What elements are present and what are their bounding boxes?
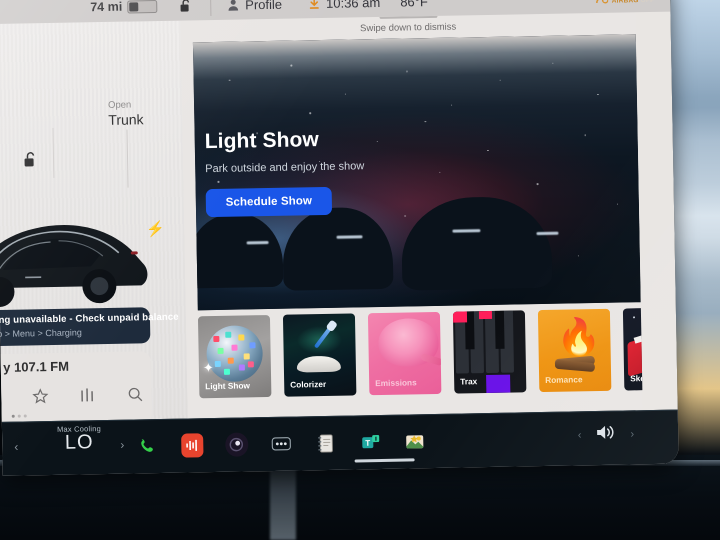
sketch-icon (627, 325, 643, 377)
trax-accent-pink (452, 311, 468, 323)
time-display[interactable]: 10:36 am (308, 0, 380, 11)
passenger-airbag-icon (595, 0, 608, 3)
door-lock-button[interactable] (23, 151, 38, 173)
hero-headlight-mid (336, 235, 363, 239)
tile-sketchpad[interactable]: Sketchpad (622, 307, 643, 391)
media-controls (0, 386, 144, 410)
phone-icon[interactable] (136, 434, 159, 458)
time-label: 10:36 am (325, 0, 381, 11)
toybox-icon[interactable]: T (359, 430, 382, 454)
app-tile-row: ✦ Light Show Colorizer Emissions Trax 🔥 … (197, 307, 643, 406)
dock-icon-row: T (136, 424, 427, 463)
climate-control[interactable]: Max Cooling LO (24, 424, 135, 456)
media-player-card[interactable]: FM y 107.1 FM io (0, 351, 152, 423)
tile-label: Romance (545, 374, 583, 385)
media-subtitle: io (0, 373, 141, 386)
trunk-label: Trunk (108, 111, 144, 128)
home-indicator[interactable] (354, 458, 415, 463)
trunk-leader-line (126, 129, 129, 188)
profile-button[interactable]: Profile (227, 0, 282, 12)
sketch-line (633, 322, 643, 344)
car-touchscreen: 74 mi Profile 10:36 am 86°F AIRBAG OFF O… (0, 0, 679, 476)
tile-label: Light Show (205, 380, 251, 392)
screenshot-root: 74 mi Profile 10:36 am 86°F AIRBAG OFF O… (0, 0, 720, 540)
svg-text:T: T (365, 438, 370, 447)
piano-black-key (494, 310, 505, 349)
airbag-word: AIRBAG (611, 0, 639, 5)
software-update-icon (309, 0, 319, 9)
camera-icon[interactable] (225, 432, 249, 457)
schedule-show-button[interactable]: Schedule Show (205, 186, 333, 218)
notification-title: rging unavailable - Check unpaid balance (0, 311, 179, 327)
more-dots-icon[interactable] (270, 432, 293, 456)
tile-light-show[interactable]: ✦ Light Show (197, 314, 272, 399)
person-icon (228, 0, 239, 11)
climate-temperature: LO (64, 431, 94, 454)
hero-text-block: Light Show Park outside and enjoy the sh… (204, 127, 366, 218)
notebook-icon[interactable] (314, 431, 337, 455)
scroll-left-arrow[interactable]: ‹ (578, 429, 582, 441)
temp-decrease-button[interactable]: ‹ (14, 440, 18, 454)
equalizer-icon[interactable] (80, 387, 96, 408)
car-image (0, 225, 148, 307)
sparkle-icon: ✦ (202, 360, 214, 376)
favorite-star-icon[interactable] (31, 388, 49, 409)
battery-icon (127, 0, 158, 14)
tile-label: Colorizer (290, 378, 327, 390)
lock-leader-line (52, 127, 55, 178)
tile-label: Trax (460, 376, 478, 387)
temp-increase-button[interactable]: › (120, 438, 124, 452)
media-station-name: FM y 107.1 FM (0, 358, 70, 376)
range-indicator[interactable]: 74 mi (90, 0, 158, 15)
photos-icon[interactable] (404, 429, 427, 453)
tile-trax[interactable]: Trax (452, 310, 527, 394)
trax-accent-purple (486, 374, 511, 394)
trax-accent-pink-2 (478, 310, 493, 320)
tile-emissions[interactable]: Emissions (367, 311, 442, 396)
colorizer-car-shape (296, 355, 341, 373)
status-divider (210, 0, 212, 17)
tile-label: Sketchpad (630, 372, 643, 384)
temperature-display[interactable]: 86°F (400, 0, 428, 9)
campfire-icon: 🔥 (556, 315, 602, 358)
disco-ball-icon (206, 325, 264, 383)
toybox-overlay: Swipe down to dismiss Light Show Park ou… (180, 12, 643, 419)
scroll-right-arrow[interactable]: › (630, 428, 634, 440)
hero-subtitle: Park outside and enjoy the show (205, 160, 365, 176)
search-icon[interactable] (127, 386, 143, 407)
hero-title: Light Show (204, 128, 320, 154)
featured-hero-card[interactable]: Light Show Park outside and enjoy the sh… (192, 34, 641, 311)
tile-colorizer[interactable]: Colorizer (282, 313, 357, 397)
media-page-dots (11, 414, 27, 418)
range-label: 74 mi (90, 0, 123, 15)
notification-path: App > Menu > Charging (0, 327, 82, 340)
charging-notification[interactable]: rging unavailable - Check unpaid balance… (0, 307, 179, 347)
unlock-icon (180, 0, 190, 12)
profile-label: Profile (245, 0, 283, 12)
tile-romance[interactable]: 🔥 Romance (537, 308, 612, 393)
audio-waveform-icon[interactable] (180, 433, 204, 458)
sketch-dot (633, 316, 636, 319)
volume-control-group: ‹ › (578, 423, 635, 446)
tile-label: Emissions (375, 377, 417, 389)
volume-icon[interactable] (595, 424, 616, 446)
hero-headlight-right-a (452, 229, 481, 233)
airbag-line-2: AIRBAG OFF (612, 0, 655, 5)
passenger-airbag-indicator: PASSENGER AIRBAG OFF (595, 0, 655, 5)
trunk-action-label: Open (107, 99, 132, 111)
hero-headlight-right-b (536, 231, 559, 236)
airbag-state: OFF (640, 0, 655, 5)
lock-button[interactable] (179, 0, 192, 13)
trunk-control[interactable]: Open Trunk (108, 99, 144, 128)
hero-headlight-left (246, 241, 269, 245)
unlocked-padlock-icon (24, 152, 35, 167)
